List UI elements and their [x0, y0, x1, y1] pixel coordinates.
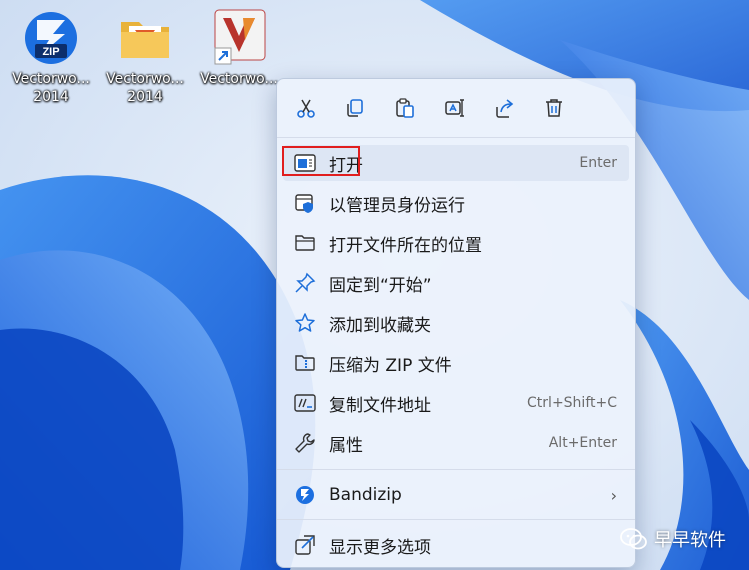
menu-item-open[interactable]: 打开 Enter	[283, 145, 629, 181]
menu-item-shortcut: Enter	[579, 155, 617, 171]
menu-item-properties[interactable]: 属性 Alt+Enter	[283, 425, 629, 461]
menu-item-label: 打开	[329, 155, 363, 176]
open-window-icon	[293, 151, 317, 175]
folder-icon	[115, 8, 175, 68]
menu-item-copy-path[interactable]: 复制文件地址 Ctrl+Shift+C	[283, 385, 629, 421]
paste-icon	[396, 98, 414, 118]
desktop-icon-zip[interactable]: ZIP Vectorwo... 2014	[4, 8, 98, 118]
menu-item-label: 固定到“开始”	[329, 275, 432, 296]
vectorworks-shortcut-icon	[209, 8, 269, 68]
watermark-text: 早早软件	[654, 530, 726, 551]
copy-icon	[347, 99, 363, 117]
menu-item-label: Bandizip	[329, 485, 402, 505]
desktop-icon-label: Vectorwo... 2014	[106, 71, 184, 105]
divider	[277, 137, 635, 138]
zip-folder-icon	[293, 351, 317, 375]
show-more-icon	[293, 533, 317, 557]
menu-item-label: 打开文件所在的位置	[329, 235, 482, 256]
desktop-icon-label: Vectorwo...	[200, 71, 278, 87]
desktop-icon-label: Vectorwo... 2014	[12, 71, 90, 105]
zip-archive-icon: ZIP	[21, 8, 81, 68]
menu-item-add-favorite[interactable]: 添加到收藏夹	[283, 305, 629, 341]
menu-item-open-location[interactable]: 打开文件所在的位置	[283, 225, 629, 261]
cut-icon	[297, 99, 315, 118]
context-menu: 打开 Enter 以管理员身份运行 打开文件所在的位置 固定到“开始” 添加到收…	[276, 78, 636, 568]
menu-item-label: 显示更多选项	[329, 537, 431, 558]
quick-action-bar	[277, 79, 635, 137]
watermark: 早早软件	[620, 524, 726, 554]
divider	[277, 519, 635, 520]
copy-path-icon	[293, 391, 317, 415]
bandizip-icon	[293, 483, 317, 507]
delete-button[interactable]	[539, 93, 569, 123]
share-button[interactable]	[490, 93, 520, 123]
menu-item-compress-zip[interactable]: 压缩为 ZIP 文件	[283, 345, 629, 381]
pin-icon	[293, 271, 317, 295]
menu-item-label: 复制文件地址	[329, 395, 431, 416]
menu-item-label: 压缩为 ZIP 文件	[329, 355, 452, 376]
folder-outline-icon	[293, 231, 317, 255]
star-icon	[293, 311, 317, 335]
menu-item-label: 以管理员身份运行	[329, 195, 465, 216]
rename-button[interactable]	[440, 93, 470, 123]
wechat-icon	[620, 528, 647, 550]
desktop-icon-shortcut[interactable]: Vectorwo...	[192, 8, 286, 118]
admin-shield-icon	[293, 191, 317, 215]
menu-item-shortcut: Ctrl+Shift+C	[527, 395, 617, 411]
menu-item-label: 属性	[329, 435, 363, 456]
chevron-right-icon: ›	[610, 485, 617, 505]
rename-icon	[445, 99, 464, 117]
menu-item-shortcut: Alt+Enter	[548, 435, 617, 451]
wrench-icon	[293, 431, 317, 455]
paste-button[interactable]	[390, 93, 420, 123]
cut-button[interactable]	[291, 93, 321, 123]
zip-badge-text: ZIP	[42, 46, 59, 58]
menu-item-show-more[interactable]: 显示更多选项	[283, 527, 629, 563]
menu-item-bandizip[interactable]: Bandizip ›	[283, 477, 629, 513]
menu-item-pin-to-start[interactable]: 固定到“开始”	[283, 265, 629, 301]
share-icon	[496, 99, 514, 118]
divider	[277, 469, 635, 470]
menu-item-label: 添加到收藏夹	[329, 315, 431, 336]
menu-item-run-as-admin[interactable]: 以管理员身份运行	[283, 185, 629, 221]
desktop-icon-folder[interactable]: Vectorwo... 2014	[98, 8, 192, 118]
copy-button[interactable]	[340, 93, 370, 123]
delete-icon	[546, 99, 562, 117]
